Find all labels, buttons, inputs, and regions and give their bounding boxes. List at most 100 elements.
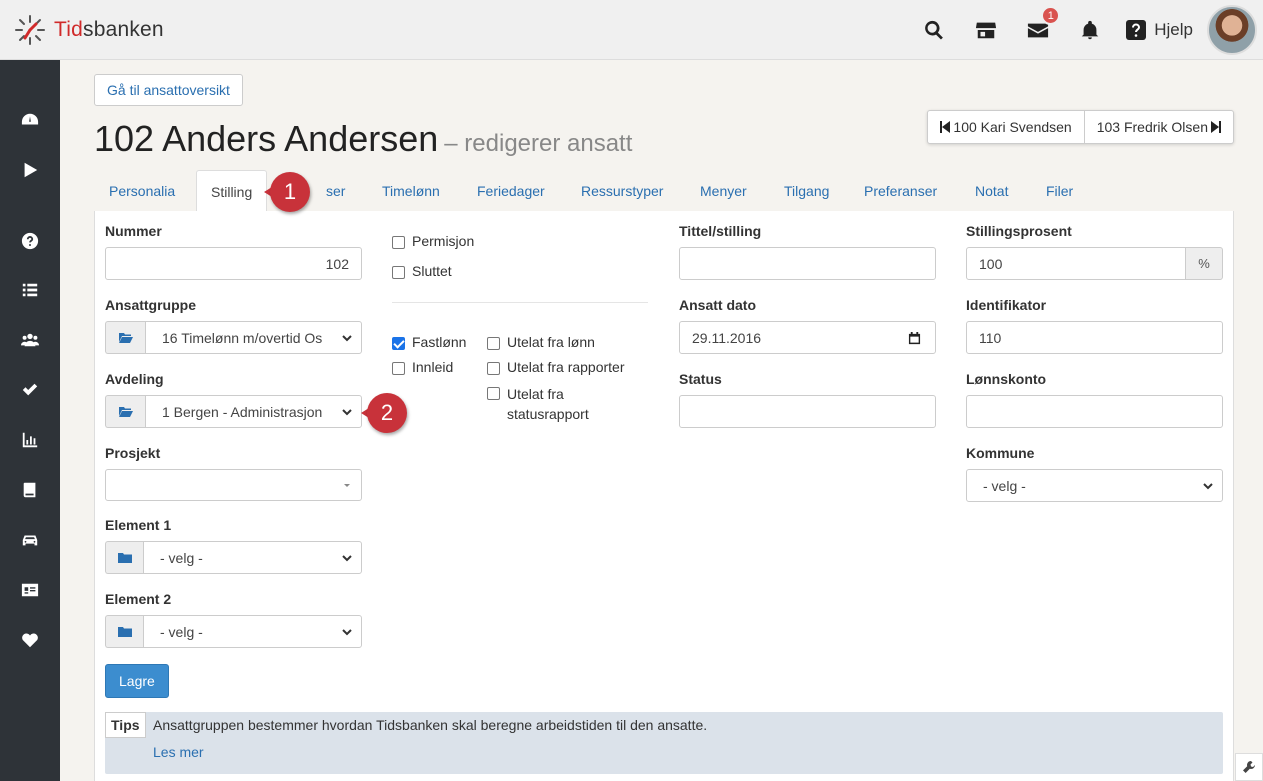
status-input[interactable] <box>679 395 936 428</box>
step-forward-icon <box>1211 121 1221 133</box>
messages-button[interactable]: 1 <box>1012 0 1064 60</box>
logo-text: Tidsbanken <box>54 17 164 41</box>
element1-select[interactable]: - velg - <box>143 541 362 574</box>
tools-button[interactable] <box>1235 753 1263 781</box>
sidebar-item-help[interactable] <box>0 221 60 261</box>
ansattgruppe-label: Ansattgruppe <box>105 297 196 313</box>
question-square-icon <box>1126 20 1147 40</box>
main-content: Gå til ansattoversikt 102 Anders Anderse… <box>60 60 1263 781</box>
avdeling-browse-button[interactable] <box>105 395 145 428</box>
tab-notat[interactable]: Notat <box>975 170 1008 212</box>
status-label: Status <box>679 371 722 387</box>
tab-filer[interactable]: Filer <box>1046 170 1073 212</box>
tab-stilling[interactable]: Stilling <box>196 170 268 213</box>
save-button[interactable]: Lagre <box>105 664 169 698</box>
search-button[interactable] <box>908 0 960 60</box>
permisjon-checkbox[interactable]: Permisjon <box>392 233 474 249</box>
question-icon <box>21 232 39 250</box>
chevron-down-icon <box>342 555 352 562</box>
sidebar-item-id-card[interactable] <box>0 570 60 610</box>
sluttet-checkbox[interactable]: Sluttet <box>392 263 452 279</box>
checkbox-box <box>392 362 405 375</box>
notifications-button[interactable] <box>1064 0 1116 60</box>
users-icon <box>21 333 39 347</box>
sidebar-item-approve[interactable] <box>0 370 60 410</box>
sidebar-item-reports[interactable] <box>0 420 60 460</box>
kommune-select[interactable]: - velg - <box>966 469 1223 502</box>
previous-employee-button[interactable]: 100 Kari Svendsen <box>928 111 1083 143</box>
sidebar-item-users[interactable] <box>0 320 60 360</box>
read-more-link[interactable]: Les mer <box>153 744 204 760</box>
ansatt-dato-input[interactable]: 29.11.2016 <box>679 321 936 354</box>
bell-icon <box>1082 20 1099 40</box>
ansattgruppe-select[interactable]: 16 Timelønn m/overtid Os <box>145 321 362 354</box>
avatar[interactable] <box>1207 5 1257 55</box>
tab-feriedager[interactable]: Feriedager <box>477 170 545 212</box>
sidebar-item-favorites[interactable] <box>0 620 60 660</box>
tab-personalia[interactable]: Personalia <box>109 170 175 212</box>
employee-overview-button[interactable]: Gå til ansattoversikt <box>94 74 243 106</box>
stilling-panel: Nummer 102 Ansattgruppe 16 Timelønn m/ov… <box>94 211 1234 781</box>
callout-2: 2 <box>361 393 407 433</box>
element1-browse-button[interactable] <box>105 541 143 574</box>
folder-open-icon <box>118 332 133 343</box>
tab-tilgang[interactable]: Tilgang <box>784 170 829 212</box>
play-icon <box>24 162 38 178</box>
checkbox-box <box>392 266 405 279</box>
ansatt-dato-label: Ansatt dato <box>679 297 756 313</box>
search-icon <box>925 20 944 40</box>
dashboard-icon <box>21 113 39 125</box>
tab-menyer[interactable]: Menyer <box>700 170 747 212</box>
identifikator-label: Identifikator <box>966 297 1047 313</box>
avdeling-select[interactable]: 1 Bergen - Administrasjon <box>145 395 362 428</box>
help-button[interactable]: Hjelp <box>1116 0 1207 60</box>
logo[interactable]: Tidsbanken <box>14 14 164 46</box>
utelat-lonn-checkbox[interactable]: Utelat fra lønn <box>487 334 595 350</box>
sidebar-item-play[interactable] <box>0 150 60 190</box>
chevron-down-icon <box>342 629 352 636</box>
top-bar: Tidsbanken 1 Hjelp <box>0 0 1263 60</box>
chevron-down-icon <box>1203 483 1213 490</box>
element1-group: - velg - <box>105 541 362 574</box>
tab-preferanser[interactable]: Preferanser <box>864 170 937 212</box>
nummer-input[interactable]: 102 <box>105 247 362 280</box>
check-icon <box>22 383 38 396</box>
step-backward-icon <box>940 121 951 133</box>
element2-select[interactable]: - velg - <box>143 615 362 648</box>
tittel-label: Tittel/stilling <box>679 223 762 239</box>
identifikator-input[interactable]: 110 <box>966 321 1223 354</box>
calendar-icon[interactable] <box>908 332 921 345</box>
callout-number: 2 <box>367 393 407 433</box>
innleid-checkbox[interactable]: Innleid <box>392 359 453 375</box>
element1-label: Element 1 <box>105 517 172 533</box>
fastlonn-checkbox[interactable]: Fastlønn <box>392 334 466 350</box>
page-title: 102 Anders Andersen – redigerer ansatt <box>94 118 632 160</box>
car-icon <box>22 535 38 546</box>
prosjekt-select[interactable] <box>105 469 362 501</box>
utelat-rapporter-checkbox[interactable]: Utelat fra rapporter <box>487 359 625 375</box>
sidebar-item-book[interactable] <box>0 470 60 510</box>
tab-timelonn[interactable]: Timelønn <box>382 170 440 212</box>
tittel-input[interactable] <box>679 247 936 280</box>
lonnskonto-input[interactable] <box>966 395 1223 428</box>
lonnskonto-label: Lønnskonto <box>966 371 1047 387</box>
tab-partially-hidden[interactable]: ser <box>326 170 345 212</box>
checkbox-box <box>487 337 500 350</box>
callout-number: 1 <box>270 172 310 212</box>
element2-group: - velg - <box>105 615 362 648</box>
element2-browse-button[interactable] <box>105 615 143 648</box>
ansattgruppe-browse-button[interactable] <box>105 321 145 354</box>
tips-box: Tips Ansattgruppen bestemmer hvordan Tid… <box>105 712 1223 774</box>
chevron-down-icon <box>342 409 352 416</box>
percent-suffix: % <box>1185 247 1223 280</box>
tips-text: Ansattgruppen bestemmer hvordan Tidsbank… <box>153 717 708 733</box>
utelat-statusrapport-checkbox[interactable]: Utelat fra statusrapport <box>487 384 589 424</box>
sidebar-item-car[interactable] <box>0 520 60 560</box>
employee-name: 102 Anders Andersen <box>94 118 439 159</box>
sidebar-item-dashboard[interactable] <box>0 100 60 140</box>
tab-ressurstyper[interactable]: Ressurstyper <box>581 170 663 212</box>
next-employee-button[interactable]: 103 Fredrik Olsen <box>1083 111 1233 143</box>
store-button[interactable] <box>960 0 1012 60</box>
sidebar-item-list[interactable] <box>0 270 60 310</box>
stillingsprosent-input[interactable]: 100 <box>966 247 1186 280</box>
